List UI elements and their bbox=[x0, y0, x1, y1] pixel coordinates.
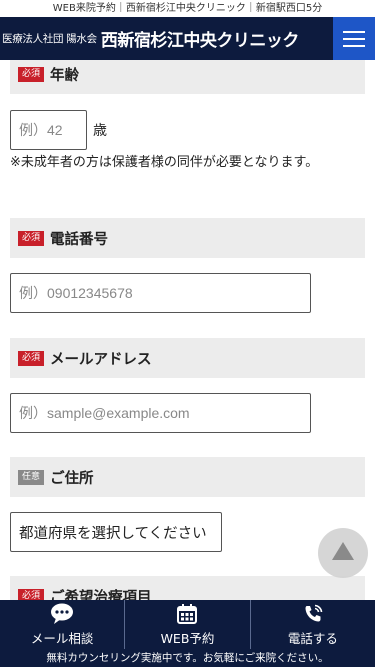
top-info-text: WEB来院予約｜西新宿杉江中央クリニック｜新宿駅西口5分 bbox=[52, 3, 323, 14]
age-unit: 歳 bbox=[93, 123, 107, 139]
menu-line-icon bbox=[343, 30, 365, 33]
scroll-to-top-button[interactable] bbox=[318, 528, 368, 578]
section-header-email: 必須 メールアドレス bbox=[10, 338, 365, 378]
site-header: 医療法人社団 陽水会 西新宿杉江中央クリニック bbox=[0, 17, 375, 60]
form-content: 必須 年齢 歳 ※未成年者の方は保護者様の同伴が必要となります。 必須 電話番号… bbox=[0, 60, 375, 600]
section-title-phone: 電話番号 bbox=[50, 231, 108, 248]
required-badge: 必須 bbox=[18, 588, 44, 600]
section-header-treatment: 必須 ご希望治療項目 bbox=[10, 576, 365, 600]
section-header-address: 任意 ご住所 bbox=[10, 457, 365, 497]
arrow-up-icon bbox=[332, 542, 354, 560]
phone-input[interactable] bbox=[10, 273, 311, 313]
chat-bubble-icon bbox=[50, 603, 74, 625]
required-badge: 必須 bbox=[18, 350, 44, 366]
prefecture-select-value: 都道府県を選択してください bbox=[19, 525, 207, 542]
phone-icon bbox=[302, 603, 324, 625]
nav-phone-call[interactable]: 電話する bbox=[251, 600, 375, 649]
menu-line-icon bbox=[343, 37, 365, 40]
age-input[interactable] bbox=[10, 110, 87, 150]
footer-banner: 無料カウンセリング実施中です。お気軽にご来院ください。 bbox=[0, 649, 375, 667]
minor-note: ※未成年者の方は保護者様の同伴が必要となります。 bbox=[10, 155, 319, 170]
required-badge: 必須 bbox=[18, 66, 44, 82]
section-title-treatment: ご希望治療項目 bbox=[50, 589, 152, 601]
section-title-age: 年齢 bbox=[50, 67, 79, 84]
footer-text: 無料カウンセリング実施中です。お気軽にご来院ください。 bbox=[46, 652, 329, 664]
nav-label-phone: 電話する bbox=[287, 630, 338, 646]
menu-line-icon bbox=[343, 44, 365, 47]
nav-web-reservation[interactable]: WEB予約 bbox=[125, 600, 251, 649]
section-header-age: 必須 年齢 bbox=[10, 60, 365, 94]
email-input[interactable] bbox=[10, 393, 311, 433]
optional-badge: 任意 bbox=[18, 469, 44, 485]
hamburger-menu-button[interactable] bbox=[333, 17, 375, 60]
section-title-address: ご住所 bbox=[50, 470, 94, 487]
prefecture-select[interactable]: 都道府県を選択してください bbox=[10, 512, 222, 552]
nav-label-web: WEB予約 bbox=[160, 630, 215, 646]
org-name: 医療法人社団 陽水会 bbox=[2, 33, 97, 45]
section-title-email: メールアドレス bbox=[50, 351, 152, 368]
calendar-icon bbox=[176, 603, 198, 625]
nav-mail-consult[interactable]: メール相談 bbox=[0, 600, 126, 649]
bottom-nav: メール相談 WEB予約 電話する bbox=[0, 600, 375, 649]
top-info-bar: WEB来院予約｜西新宿杉江中央クリニック｜新宿駅西口5分 bbox=[0, 0, 375, 17]
nav-label-mail: メール相談 bbox=[30, 630, 94, 646]
clinic-logo[interactable]: 西新宿杉江中央クリニック bbox=[101, 26, 300, 51]
section-header-phone: 必須 電話番号 bbox=[10, 218, 365, 258]
required-badge: 必須 bbox=[18, 230, 44, 246]
